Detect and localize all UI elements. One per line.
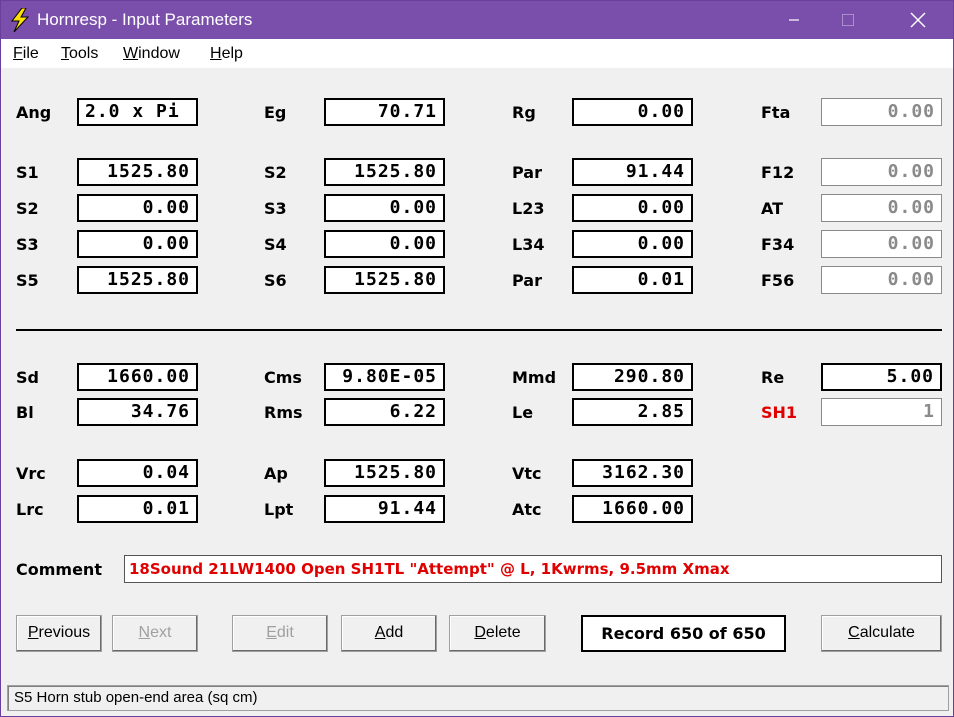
close-icon [910, 12, 926, 28]
field-lrc[interactable]: 0.01 [77, 495, 198, 523]
field-rms[interactable]: 6.22 [324, 398, 445, 426]
label-rms: Rms [264, 403, 303, 422]
field-le[interactable]: 2.85 [572, 398, 693, 426]
field-f56: 0.00 [821, 266, 942, 294]
label-f12: F12 [761, 163, 795, 182]
record-counter: Record 650 of 650 [581, 615, 786, 652]
field-mmd[interactable]: 290.80 [572, 363, 693, 391]
label-comment: Comment [16, 560, 102, 579]
add-button[interactable]: Add [341, 615, 437, 652]
label-ang: Ang [16, 103, 52, 122]
status-bar: S5 Horn stub open-end area (sq cm) [7, 685, 949, 711]
window-title: Hornresp - Input Parameters [37, 10, 253, 29]
field-ang[interactable]: 2.0 x Pi [77, 98, 198, 126]
field-re[interactable]: 5.00 [821, 363, 942, 391]
field-s2-upper[interactable]: 1525.80 [324, 158, 445, 186]
label-par-2: Par [512, 271, 542, 290]
field-cms[interactable]: 9.80E-05 [324, 363, 445, 391]
next-button: Next [112, 615, 198, 652]
calculate-button[interactable]: Calculate [821, 615, 942, 652]
label-s3-lower: S3 [16, 235, 39, 254]
field-s3-upper[interactable]: 0.00 [324, 194, 445, 222]
label-s1: S1 [16, 163, 39, 182]
field-s1[interactable]: 1525.80 [77, 158, 198, 186]
lightning-bolt-icon [10, 8, 30, 32]
field-sh1: 1 [821, 398, 942, 426]
hornresp-window: Hornresp - Input Parameters File Tools W… [0, 0, 954, 717]
label-par-1: Par [512, 163, 542, 182]
section-divider [16, 329, 942, 331]
label-ap: Ap [264, 464, 288, 483]
field-ap[interactable]: 1525.80 [324, 459, 445, 487]
label-vtc: Vtc [512, 464, 542, 483]
title-bar[interactable]: Hornresp - Input Parameters [1, 1, 953, 39]
label-l34: L34 [512, 235, 545, 254]
label-eg: Eg [264, 103, 287, 122]
field-rg[interactable]: 0.00 [572, 98, 693, 126]
previous-button[interactable]: Previous [16, 615, 102, 652]
menu-file[interactable]: File [13, 45, 39, 63]
label-lpt: Lpt [264, 500, 294, 519]
label-s4: S4 [264, 235, 287, 254]
field-par-1[interactable]: 91.44 [572, 158, 693, 186]
field-par-2[interactable]: 0.01 [572, 266, 693, 294]
field-s6[interactable]: 1525.80 [324, 266, 445, 294]
label-mmd: Mmd [512, 368, 557, 387]
field-s4[interactable]: 0.00 [324, 230, 445, 258]
field-l23[interactable]: 0.00 [572, 194, 693, 222]
delete-button[interactable]: Delete [449, 615, 546, 652]
field-f34: 0.00 [821, 230, 942, 258]
minimize-icon [789, 19, 799, 21]
menu-bar: File Tools Window Help [1, 39, 953, 68]
label-vrc: Vrc [16, 464, 46, 483]
label-s3-upper: S3 [264, 199, 287, 218]
label-f34: F34 [761, 235, 795, 254]
menu-tools[interactable]: Tools [61, 45, 98, 63]
menu-help[interactable]: Help [210, 45, 243, 63]
field-f12: 0.00 [821, 158, 942, 186]
minimize-button[interactable] [771, 1, 817, 39]
maximize-icon [842, 14, 854, 26]
field-l34[interactable]: 0.00 [572, 230, 693, 258]
label-sh1[interactable]: SH1 [761, 403, 797, 422]
field-atc[interactable]: 1660.00 [572, 495, 693, 523]
label-at: AT [761, 199, 784, 218]
field-s5[interactable]: 1525.80 [77, 266, 198, 294]
field-bl[interactable]: 34.76 [77, 398, 198, 426]
label-s2-upper: S2 [264, 163, 287, 182]
field-sd[interactable]: 1660.00 [77, 363, 198, 391]
label-le: Le [512, 403, 534, 422]
label-s5: S5 [16, 271, 39, 290]
field-lpt[interactable]: 91.44 [324, 495, 445, 523]
maximize-button [825, 1, 871, 39]
comment-field[interactable]: 18Sound 21LW1400 Open SH1TL "Attempt" @ … [124, 555, 942, 583]
field-vrc[interactable]: 0.04 [77, 459, 198, 487]
label-bl: Bl [16, 403, 34, 422]
field-s3-lower[interactable]: 0.00 [77, 230, 198, 258]
field-fta: 0.00 [821, 98, 942, 126]
label-fta: Fta [761, 103, 791, 122]
label-l23: L23 [512, 199, 545, 218]
field-eg[interactable]: 70.71 [324, 98, 445, 126]
field-vtc[interactable]: 3162.30 [572, 459, 693, 487]
label-sd: Sd [16, 368, 39, 387]
edit-button: Edit [232, 615, 328, 652]
label-s2-lower: S2 [16, 199, 39, 218]
label-cms: Cms [264, 368, 302, 387]
field-s2-lower[interactable]: 0.00 [77, 194, 198, 222]
label-s6: S6 [264, 271, 287, 290]
label-lrc: Lrc [16, 500, 44, 519]
close-button[interactable] [895, 1, 941, 39]
menu-window[interactable]: Window [123, 45, 180, 63]
label-f56: F56 [761, 271, 795, 290]
label-atc: Atc [512, 500, 542, 519]
label-rg: Rg [512, 103, 536, 122]
field-at: 0.00 [821, 194, 942, 222]
label-re: Re [761, 368, 785, 387]
